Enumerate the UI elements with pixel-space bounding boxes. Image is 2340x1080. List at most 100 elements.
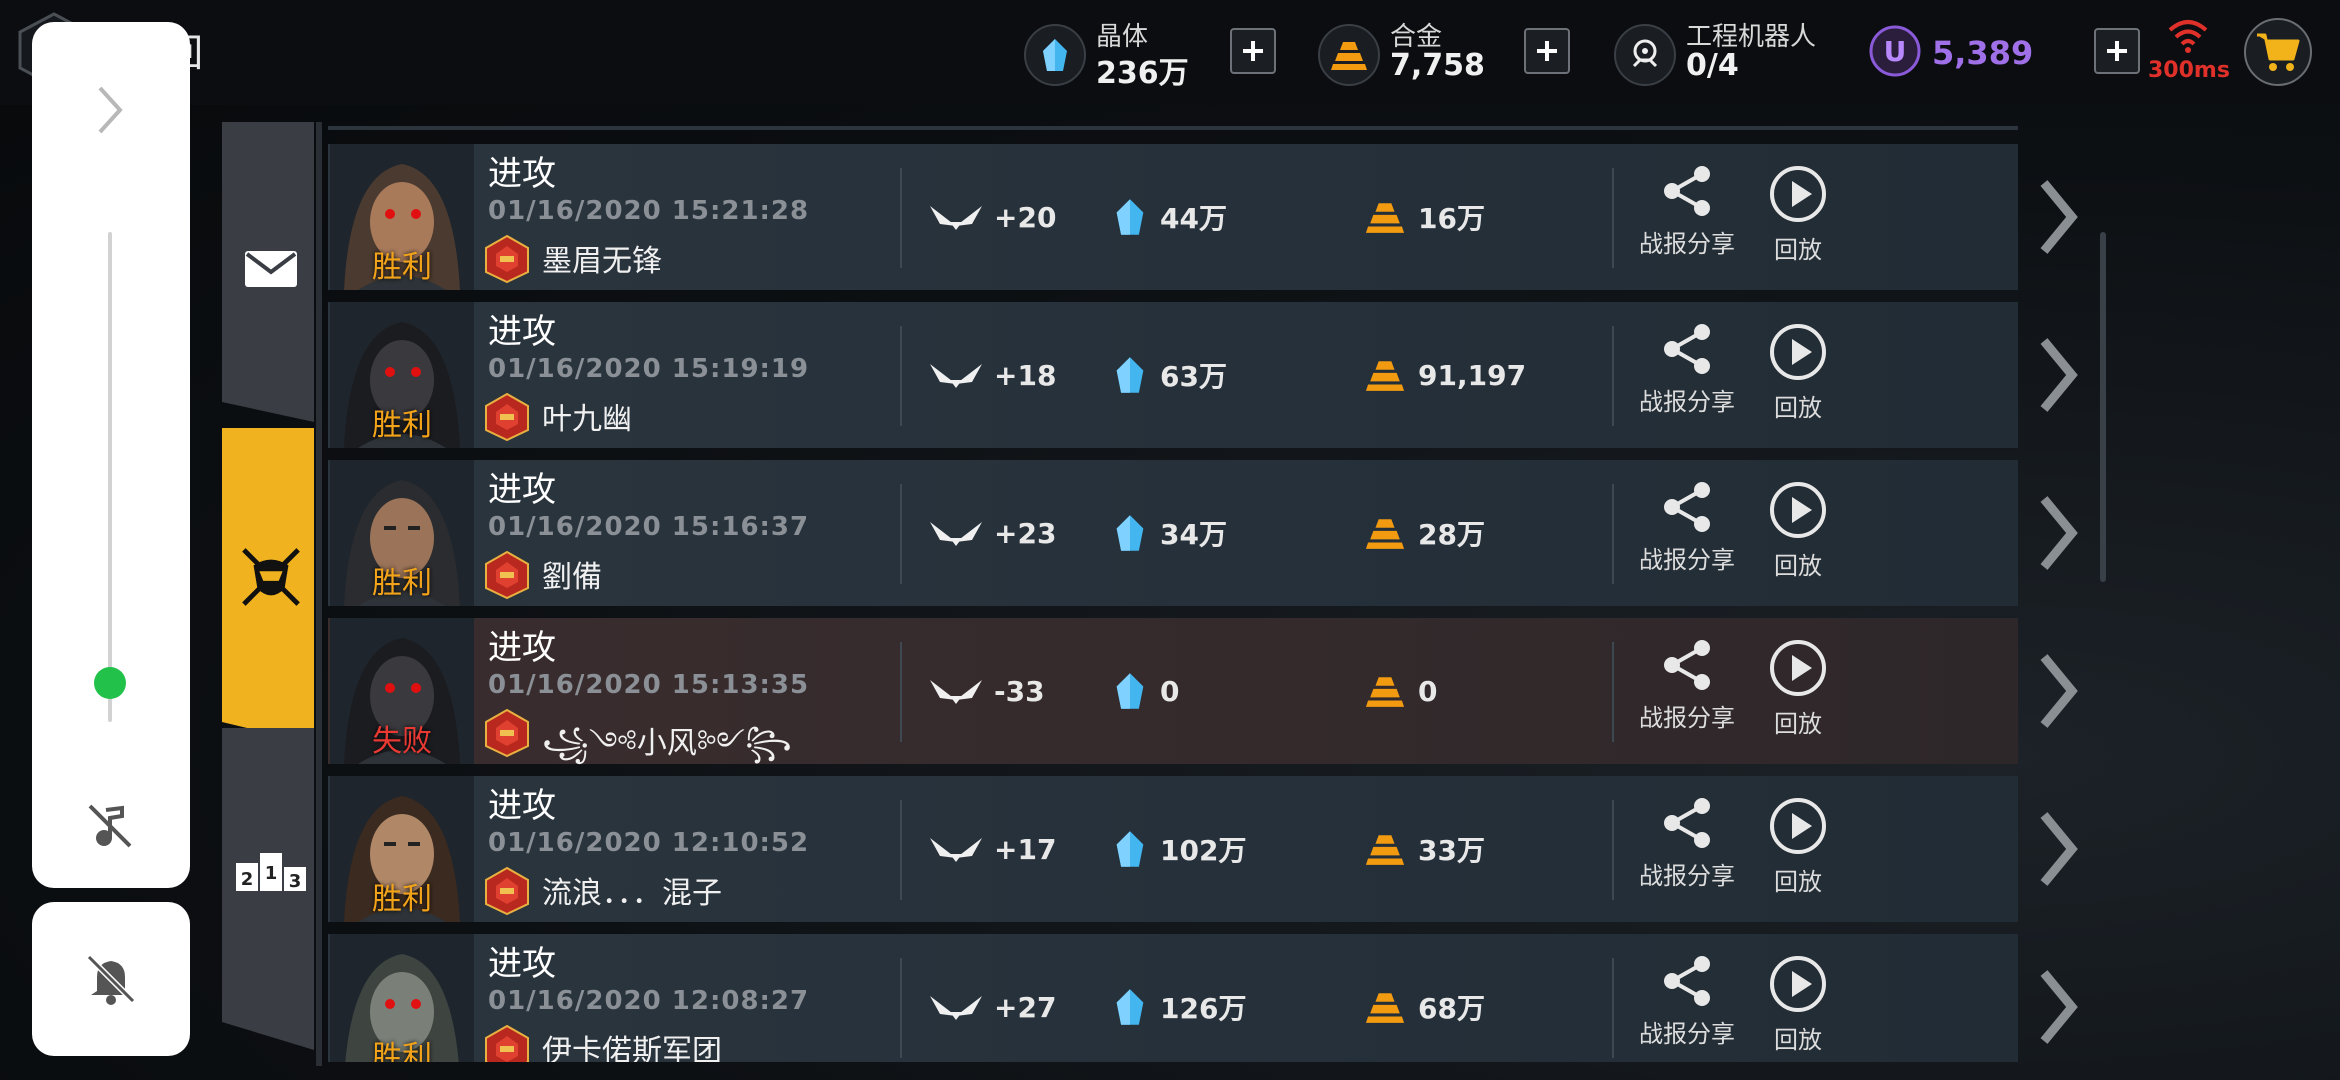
add-u-currency-button[interactable] xyxy=(2094,28,2140,74)
alloy-icon xyxy=(1365,519,1405,549)
crystal-icon xyxy=(1116,989,1144,1025)
battle-emblem-icon[interactable] xyxy=(240,546,302,608)
rank-badge-icon xyxy=(485,550,529,600)
rank-badge-icon xyxy=(485,1024,529,1062)
replay-button[interactable]: 回放 xyxy=(1748,164,1848,265)
opponent-avatar[interactable]: 胜利 xyxy=(330,776,474,922)
battle-type: 进攻 xyxy=(488,628,556,668)
trophy-stat: +27 xyxy=(928,984,1056,1030)
replay-label: 回放 xyxy=(1774,552,1822,580)
opponent-avatar[interactable]: 失败 xyxy=(330,618,474,764)
play-icon xyxy=(1770,956,1826,1012)
crystal-loot: 63万 xyxy=(1160,360,1227,393)
trophy-stat: +17 xyxy=(928,826,1056,872)
side-tabs: 2 1 3 xyxy=(222,122,320,1062)
trophy-wings-icon xyxy=(930,996,982,1020)
trophy-stat: +18 xyxy=(928,352,1056,398)
alloy-stat: 68万 xyxy=(1362,984,1485,1030)
robot-resource: 工程机器人 0/4 xyxy=(1614,18,1874,88)
crystal-loot: 0 xyxy=(1160,674,1180,708)
alloy-icon xyxy=(1365,203,1405,233)
shop-cart-button[interactable] xyxy=(2244,18,2312,86)
battle-row[interactable]: 胜利 进攻 01/16/2020 15:21:28 墨眉无锋 +20 44万 1… xyxy=(328,144,2078,290)
row-detail-arrow[interactable] xyxy=(2024,460,2092,606)
share-report-button[interactable]: 战报分享 xyxy=(1632,954,1742,1049)
crystal-loot: 126万 xyxy=(1160,992,1247,1025)
row-divider xyxy=(900,800,902,900)
opponent-avatar[interactable]: 胜利 xyxy=(330,144,474,290)
battle-row[interactable]: 失败 进攻 01/16/2020 15:13:35 ꧁༺小风༻꧂ -33 0 0 xyxy=(328,618,2078,764)
opponent-avatar[interactable]: 胜利 xyxy=(330,302,474,448)
row-detail-arrow[interactable] xyxy=(2024,618,2092,764)
crystal-stat: 63万 xyxy=(1110,352,1227,398)
battle-time: 01/16/2020 12:08:27 xyxy=(488,986,810,1016)
crystal-loot: 102万 xyxy=(1160,834,1247,867)
row-detail-arrow[interactable] xyxy=(2024,144,2092,290)
share-icon xyxy=(1664,482,1710,532)
alloy-icon xyxy=(1365,361,1405,391)
ranking-podium-icon[interactable]: 2 1 3 xyxy=(236,840,306,902)
plus-icon xyxy=(2107,41,2127,61)
battle-log-list[interactable]: 胜利 进攻 01/16/2020 15:21:28 墨眉无锋 +20 44万 1… xyxy=(328,126,2092,1062)
battle-time: 01/16/2020 12:10:52 xyxy=(488,828,810,858)
battle-row[interactable]: 胜利 进攻 01/16/2020 12:08:27 伊卡偌斯军团 +27 126… xyxy=(328,934,2078,1062)
battle-time: 01/16/2020 15:13:35 xyxy=(488,670,810,700)
crystal-icon xyxy=(1116,357,1144,393)
battle-type: 进攻 xyxy=(488,312,556,352)
share-report-button[interactable]: 战报分享 xyxy=(1632,322,1742,417)
bell-off-icon[interactable] xyxy=(81,949,141,1009)
row-divider xyxy=(1612,326,1614,426)
chevron-right-icon[interactable] xyxy=(92,82,128,138)
share-label: 战报分享 xyxy=(1639,862,1735,890)
share-report-button[interactable]: 战报分享 xyxy=(1632,480,1742,575)
replay-button[interactable]: 回放 xyxy=(1748,322,1848,423)
alloy-icon xyxy=(1365,993,1405,1023)
podium-third: 3 xyxy=(289,871,302,891)
alloy-loot: 68万 xyxy=(1418,992,1485,1025)
trophy-wings-icon xyxy=(930,522,982,546)
list-scrollbar[interactable] xyxy=(2100,232,2106,582)
row-detail-arrow[interactable] xyxy=(2024,302,2092,448)
crystal-stat: 102万 xyxy=(1110,826,1246,872)
opponent-avatar[interactable]: 胜利 xyxy=(330,934,474,1062)
volume-slider-track[interactable] xyxy=(108,232,112,722)
volume-slider-knob[interactable] xyxy=(94,666,126,699)
opponent-avatar[interactable]: 胜利 xyxy=(330,460,474,606)
replay-button[interactable]: 回放 xyxy=(1748,796,1848,897)
opponent-name: 叶九幽 xyxy=(542,402,632,437)
battle-type: 进攻 xyxy=(488,154,556,194)
battle-time: 01/16/2020 15:16:37 xyxy=(488,512,810,542)
replay-button[interactable]: 回放 xyxy=(1748,638,1848,739)
battle-row[interactable]: 胜利 进攻 01/16/2020 12:10:52 流浪．．．混子 +17 10… xyxy=(328,776,2078,922)
podium-first: 1 xyxy=(265,863,278,884)
share-report-button[interactable]: 战报分享 xyxy=(1632,796,1742,891)
share-icon xyxy=(1664,640,1710,690)
rank-badge-icon xyxy=(485,708,529,758)
alloy-icon xyxy=(1365,677,1405,707)
music-off-icon[interactable] xyxy=(82,798,138,854)
share-icon xyxy=(1664,798,1710,848)
crystal-stat: 34万 xyxy=(1110,510,1227,556)
battle-time: 01/16/2020 15:19:19 xyxy=(488,354,810,384)
system-ring-panel xyxy=(32,902,190,1056)
add-alloy-button[interactable] xyxy=(1524,28,1570,74)
plus-icon xyxy=(1243,41,1263,61)
row-detail-arrow[interactable] xyxy=(2024,934,2092,1062)
opponent-name: 伊卡偌斯军团 xyxy=(542,1034,722,1062)
u-badge: U xyxy=(1884,35,1907,68)
mail-icon[interactable] xyxy=(240,238,302,300)
battle-row[interactable]: 胜利 进攻 01/16/2020 15:19:19 叶九幽 +18 63万 91… xyxy=(328,302,2078,448)
share-report-button[interactable]: 战报分享 xyxy=(1632,638,1742,733)
tab-divider xyxy=(316,122,322,1066)
replay-button[interactable]: 回放 xyxy=(1748,480,1848,581)
play-icon xyxy=(1770,324,1826,380)
alloy-icon xyxy=(1318,24,1380,86)
alloy-icon xyxy=(1365,835,1405,865)
battle-row[interactable]: 胜利 进攻 01/16/2020 15:16:37 劉備 +23 34万 28万 xyxy=(328,460,2078,606)
share-icon xyxy=(1664,166,1710,216)
share-report-button[interactable]: 战报分享 xyxy=(1632,164,1742,259)
row-detail-arrow[interactable] xyxy=(2024,776,2092,922)
replay-button[interactable]: 回放 xyxy=(1748,954,1848,1055)
add-crystal-button[interactable] xyxy=(1230,28,1276,74)
row-divider xyxy=(1612,642,1614,742)
